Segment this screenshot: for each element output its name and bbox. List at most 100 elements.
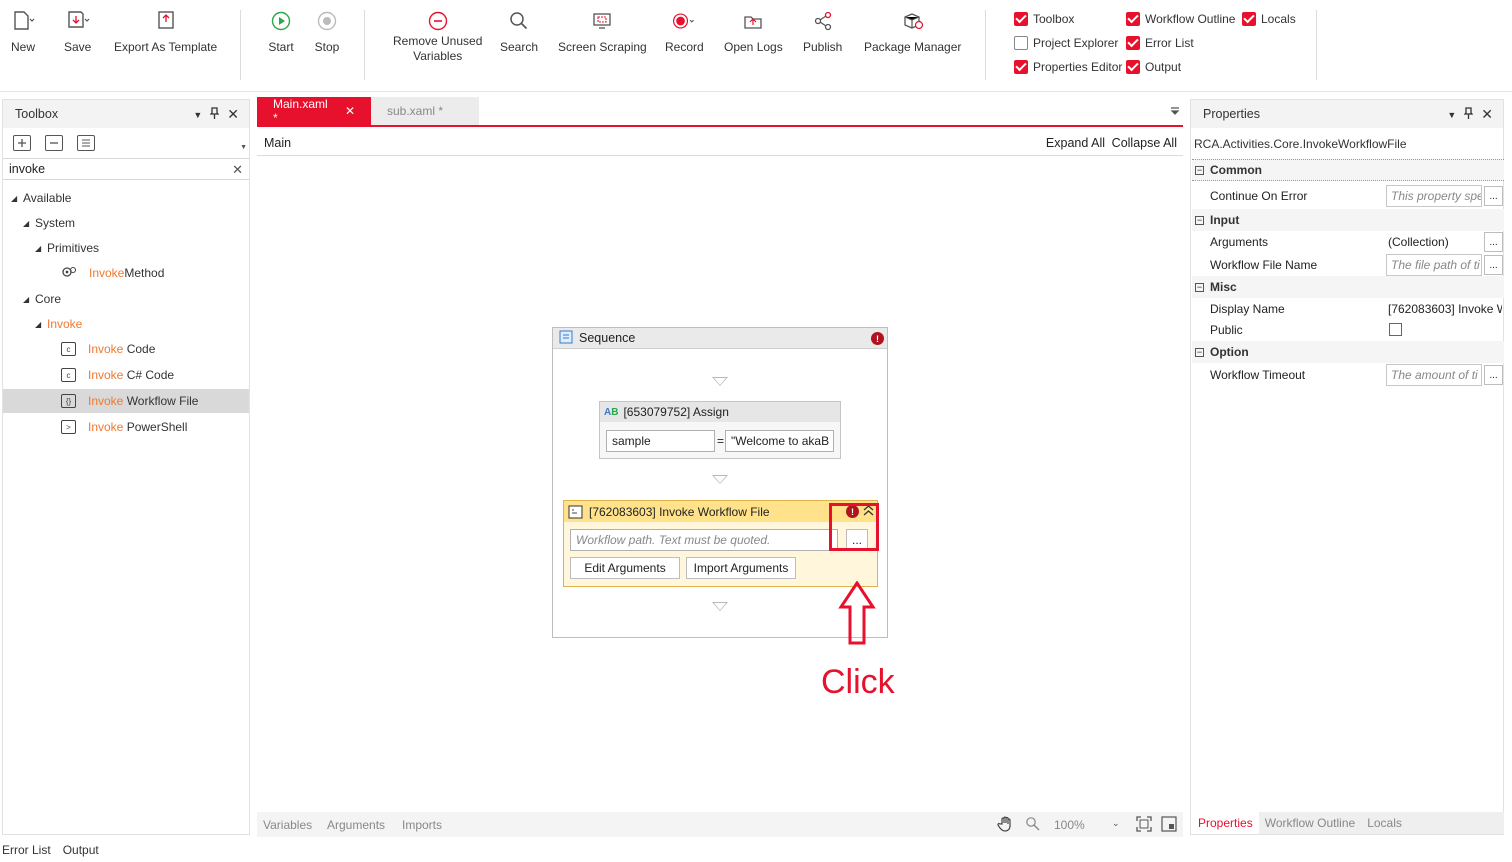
arguments-tab[interactable]: Arguments <box>327 818 385 832</box>
list-view-icon[interactable] <box>77 135 95 151</box>
property-display-name[interactable]: Display Name [762083603] Invoke W <box>1192 298 1504 320</box>
tab-overflow-icon[interactable] <box>1170 105 1180 119</box>
tree-node-invoke[interactable]: ◢ Invoke <box>3 312 249 336</box>
assign-activity[interactable]: AB [653079752] Assign sample = "Welcome … <box>599 401 841 459</box>
export-template-label: Export As Template <box>114 40 218 54</box>
tab-workflow-outline[interactable]: Workflow Outline <box>1259 812 1361 834</box>
search-button[interactable]: Search <box>500 8 538 55</box>
new-label: New <box>10 40 35 54</box>
property-arguments[interactable]: Arguments (Collection) ... <box>1192 231 1504 253</box>
pin-icon[interactable] <box>209 107 220 122</box>
screen-scraping-button[interactable]: Screen Scraping <box>558 8 647 55</box>
toggle-output-checkbox[interactable]: Output <box>1126 58 1181 76</box>
toggle-locals-checkbox[interactable]: Locals <box>1242 10 1296 28</box>
tab-main-xaml[interactable]: Main.xaml * ✕ <box>257 97 371 125</box>
toggle-toolbox-checkbox[interactable]: Toolbox <box>1014 10 1074 28</box>
tree-node-system[interactable]: ◢ System <box>3 211 249 235</box>
tree-node-primitives[interactable]: ◢ Primitives <box>3 236 249 260</box>
property-workflow-timeout[interactable]: Workflow Timeout The amount of ti ... <box>1192 364 1504 386</box>
public-checkbox[interactable] <box>1389 323 1402 336</box>
pan-hand-icon[interactable] <box>997 815 1015 836</box>
imports-tab[interactable]: Imports <box>402 818 442 832</box>
designer-canvas[interactable]: Sequence ! AB [653079752] Assign sample … <box>257 157 1183 812</box>
import-arguments-button[interactable]: Import Arguments <box>686 557 796 579</box>
toggle-error-list-checkbox[interactable]: Error List <box>1126 34 1194 52</box>
overview-map-icon[interactable] <box>1161 816 1177 835</box>
ellipsis-button[interactable]: ... <box>1484 232 1503 252</box>
variables-tab[interactable]: Variables <box>263 818 312 832</box>
panel-menu-icon[interactable]: ▼ <box>1447 110 1456 120</box>
close-icon[interactable]: ✕ <box>227 106 239 123</box>
tree-node-available[interactable]: ◢ Available <box>3 186 249 210</box>
property-workflow-file-name[interactable]: Workflow File Name The file path of ti .… <box>1192 254 1504 276</box>
workflow-timeout-input[interactable]: The amount of ti <box>1386 364 1482 386</box>
tree-node-core[interactable]: ◢ Core <box>3 287 249 311</box>
property-continue-on-error[interactable]: Continue On Error This property spe ... <box>1192 183 1504 209</box>
export-template-button[interactable]: Export As Template <box>114 8 217 55</box>
drop-target-arrow-icon[interactable] <box>712 602 728 611</box>
expand-all-link[interactable]: Expand All <box>1046 136 1105 150</box>
continue-on-error-input[interactable]: This property spe <box>1386 185 1482 207</box>
open-logs-button[interactable]: Open Logs <box>724 8 783 55</box>
zoom-dropdown-icon[interactable]: ⌄ <box>1112 818 1120 829</box>
expand-all-icon[interactable] <box>13 135 31 151</box>
remove-unused-variables-button[interactable]: Remove Unused Variables <box>393 8 482 64</box>
tab-output[interactable]: Output <box>63 843 99 857</box>
expanded-triangle-icon: ◢ <box>23 294 30 304</box>
record-button[interactable]: Record <box>665 8 704 55</box>
display-name-input[interactable]: [762083603] Invoke W <box>1384 298 1502 320</box>
close-icon[interactable]: ✕ <box>1481 106 1493 123</box>
category-misc[interactable]: − Misc <box>1192 276 1504 298</box>
tab-sub-xaml[interactable]: sub.xaml * <box>371 97 479 125</box>
checkbox-checked-icon <box>1126 12 1140 26</box>
clear-search-icon[interactable]: ✕ <box>232 162 243 178</box>
toggle-workflow-outline-checkbox[interactable]: Workflow Outline <box>1126 10 1235 28</box>
ellipsis-button[interactable]: ... <box>1484 255 1503 275</box>
tab-error-list[interactable]: Error List <box>2 843 51 857</box>
toggle-project-explorer-checkbox[interactable]: Project Explorer <box>1014 34 1118 52</box>
category-common[interactable]: − Common <box>1192 159 1504 181</box>
close-tab-icon[interactable]: ✕ <box>345 104 355 118</box>
ellipsis-button[interactable]: ... <box>1484 186 1503 206</box>
toolbox-item-invoke-csharp-code[interactable]: c Invoke C# Code <box>3 363 249 387</box>
category-input[interactable]: − Input <box>1192 209 1504 231</box>
drop-target-arrow-icon[interactable] <box>712 377 728 386</box>
collapse-all-icon[interactable] <box>45 135 63 151</box>
toggle-workflow-outline-label: Workflow Outline <box>1145 12 1236 26</box>
panel-menu-icon[interactable]: ▼ <box>193 110 202 120</box>
category-option[interactable]: − Option <box>1192 341 1504 363</box>
toolbox-item-invoke-code[interactable]: c Invoke Code <box>3 337 249 361</box>
tab-locals[interactable]: Locals <box>1361 812 1408 834</box>
package-manager-button[interactable]: Package Manager <box>864 8 961 55</box>
collapse-all-link[interactable]: Collapse All <box>1112 136 1177 150</box>
tab-properties[interactable]: Properties <box>1192 812 1259 834</box>
new-button[interactable]: New <box>10 8 36 55</box>
workflow-path-input[interactable]: Workflow path. Text must be quoted. <box>570 529 838 551</box>
zoom-level[interactable]: 100% <box>1054 818 1085 832</box>
toolbox-item-invoke-powershell[interactable]: > Invoke PowerShell <box>3 415 249 439</box>
pin-icon[interactable] <box>1463 107 1474 122</box>
publish-button[interactable]: Publish <box>803 8 842 55</box>
toolbox-search-input[interactable]: invoke ✕ <box>3 158 249 180</box>
toolbox-item-invoke-method[interactable]: Invoke Method <box>3 261 249 285</box>
fit-screen-icon[interactable] <box>1136 816 1152 835</box>
edit-arguments-button[interactable]: Edit Arguments <box>570 557 680 579</box>
publish-label: Publish <box>803 40 843 54</box>
save-button[interactable]: Save <box>64 8 91 55</box>
property-public[interactable]: Public <box>1192 319 1504 341</box>
checkbox-checked-icon <box>1014 12 1028 26</box>
gears-icon <box>61 265 77 282</box>
scroll-down-icon[interactable]: ▼ <box>240 144 247 151</box>
stop-button[interactable]: Stop <box>314 8 340 55</box>
sequence-title: Sequence <box>579 331 636 345</box>
assign-to-input[interactable]: sample <box>606 430 715 452</box>
breadcrumb[interactable]: Main <box>264 136 291 150</box>
workflow-file-name-input[interactable]: The file path of ti <box>1386 254 1482 276</box>
start-button[interactable]: Start <box>268 8 294 55</box>
assign-value-input[interactable]: "Welcome to akaB <box>725 430 834 452</box>
toggle-properties-editor-checkbox[interactable]: Properties Editor <box>1014 58 1122 76</box>
ellipsis-button[interactable]: ... <box>1484 365 1503 385</box>
zoom-icon[interactable] <box>1025 816 1041 835</box>
toolbox-item-invoke-workflow-file[interactable]: {} Invoke Workflow File <box>3 389 249 413</box>
drop-target-arrow-icon[interactable] <box>712 475 728 484</box>
